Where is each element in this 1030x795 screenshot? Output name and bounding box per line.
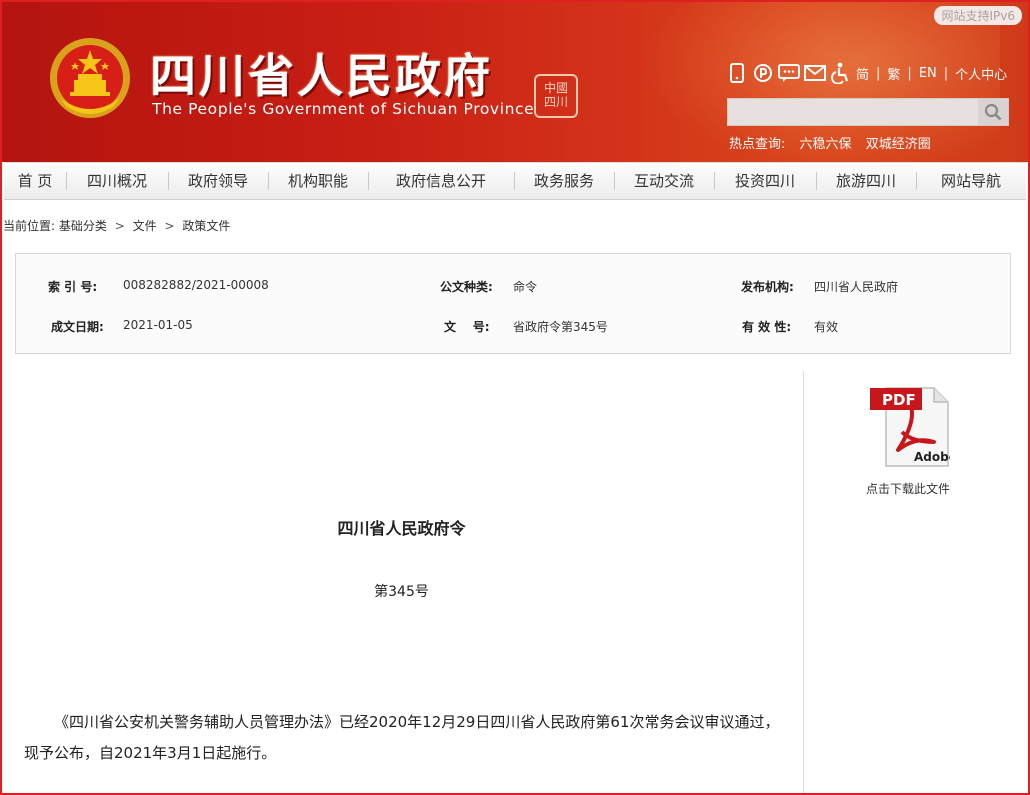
nav-item-invest[interactable]: 投资四川 [714, 162, 816, 200]
breadcrumb-item[interactable]: 基础分类 [59, 219, 107, 233]
wechat-icon[interactable] [778, 62, 800, 84]
issuer-value: 四川省人民政府 [814, 280, 899, 294]
nav-item-sitemap[interactable]: 网站导航 [916, 162, 1026, 200]
site-header: 四川省人民政府 The People's Government of Sichu… [0, 0, 1030, 162]
nav-item-interaction[interactable]: 互动交流 [614, 162, 714, 200]
breadcrumb-label: 当前位置: [3, 219, 56, 233]
accessibility-icon[interactable] [830, 62, 852, 84]
nav-item-overview[interactable]: 四川概况 [66, 162, 168, 200]
lang-traditional-link[interactable]: 繁 [887, 64, 900, 83]
search-box [727, 98, 1009, 126]
hot-topic-link[interactable]: 双城经济圈 [866, 137, 931, 152]
hot-topics-label: 热点查询: [729, 137, 786, 152]
nav-item-services[interactable]: 政务服务 [514, 162, 614, 200]
site-title[interactable]: 四川省人民政府 [150, 40, 493, 106]
content-divider [803, 371, 804, 795]
validity-label: 有 效 性: [742, 320, 792, 334]
category-label: 公文种类: [440, 280, 493, 294]
breadcrumb-separator: > [114, 219, 125, 233]
nav-item-info-disclosure[interactable]: 政府信息公开 [368, 162, 514, 200]
issuer-label: 发布机构: [741, 280, 794, 294]
docno-label: 文 号: [444, 320, 490, 334]
separator: | [876, 65, 881, 81]
validity-value: 有效 [814, 320, 839, 334]
nav-item-home[interactable]: 首 页 [4, 162, 66, 200]
document-body: 《四川省公安机关警务辅助人员管理办法》已经2020年12月29日四川省人民政府第… [24, 713, 780, 762]
category-value: 命令 [513, 280, 538, 294]
seal-logo: 中國 四川 [534, 74, 578, 118]
separator: | [907, 65, 912, 81]
breadcrumb-item[interactable]: 政策文件 [182, 219, 230, 233]
document-info-box: 索 引 号: 008282882/2021-00008 公文种类: 命令 发布机… [15, 253, 1011, 354]
pdf-download-icon[interactable]: PDF Adobe [868, 384, 950, 468]
pdf-icon-label: PDF [882, 391, 916, 409]
search-input[interactable] [728, 99, 980, 125]
nav-item-agencies[interactable]: 机构职能 [268, 162, 368, 200]
adobe-icon-label: Adobe [914, 450, 950, 464]
lang-simplified-link[interactable]: 简 [856, 64, 869, 83]
search-button[interactable] [978, 99, 1008, 125]
mobile-icon[interactable] [726, 62, 748, 84]
main-nav: 首 页 四川概况 政府领导 机构职能 政府信息公开 政务服务 互动交流 投资四川… [4, 162, 1026, 200]
breadcrumb-item[interactable]: 文件 [133, 219, 157, 233]
lang-english-link[interactable]: EN [919, 66, 937, 81]
index-label: 索 引 号: [48, 280, 98, 294]
index-value: 008282882/2021-00008 [123, 278, 269, 292]
breadcrumb-separator: > [164, 219, 175, 233]
nav-item-leaders[interactable]: 政府领导 [168, 162, 268, 200]
ipv6-badge: 网站支持IPv6 [934, 6, 1022, 25]
mail-icon[interactable] [804, 62, 826, 84]
document-number: 第345号 [374, 584, 429, 600]
personal-center-link[interactable]: 个人中心 [955, 64, 1007, 83]
nav-item-tourism[interactable]: 旅游四川 [816, 162, 916, 200]
weibo-icon[interactable] [752, 62, 774, 84]
hot-topics: 热点查询: 六稳六保 双城经济圈 [729, 133, 941, 152]
hot-topic-link[interactable]: 六稳六保 [800, 137, 852, 152]
separator: | [943, 65, 949, 81]
site-subtitle: The People's Government of Sichuan Provi… [152, 100, 535, 118]
header-toolbar: 简 | 繁 | EN | 个人中心 [726, 60, 1007, 86]
docno-value: 省政府令第345号 [513, 320, 608, 334]
breadcrumb: 当前位置: 基础分类 > 文件 > 政策文件 [3, 217, 230, 234]
date-label: 成文日期: [51, 320, 104, 334]
document-title: 四川省人民政府令 [337, 519, 466, 538]
national-emblem-icon[interactable] [48, 36, 132, 120]
download-file-link[interactable]: 点击下载此文件 [850, 480, 966, 497]
date-value: 2021-01-05 [123, 318, 193, 332]
search-icon [984, 103, 1002, 121]
